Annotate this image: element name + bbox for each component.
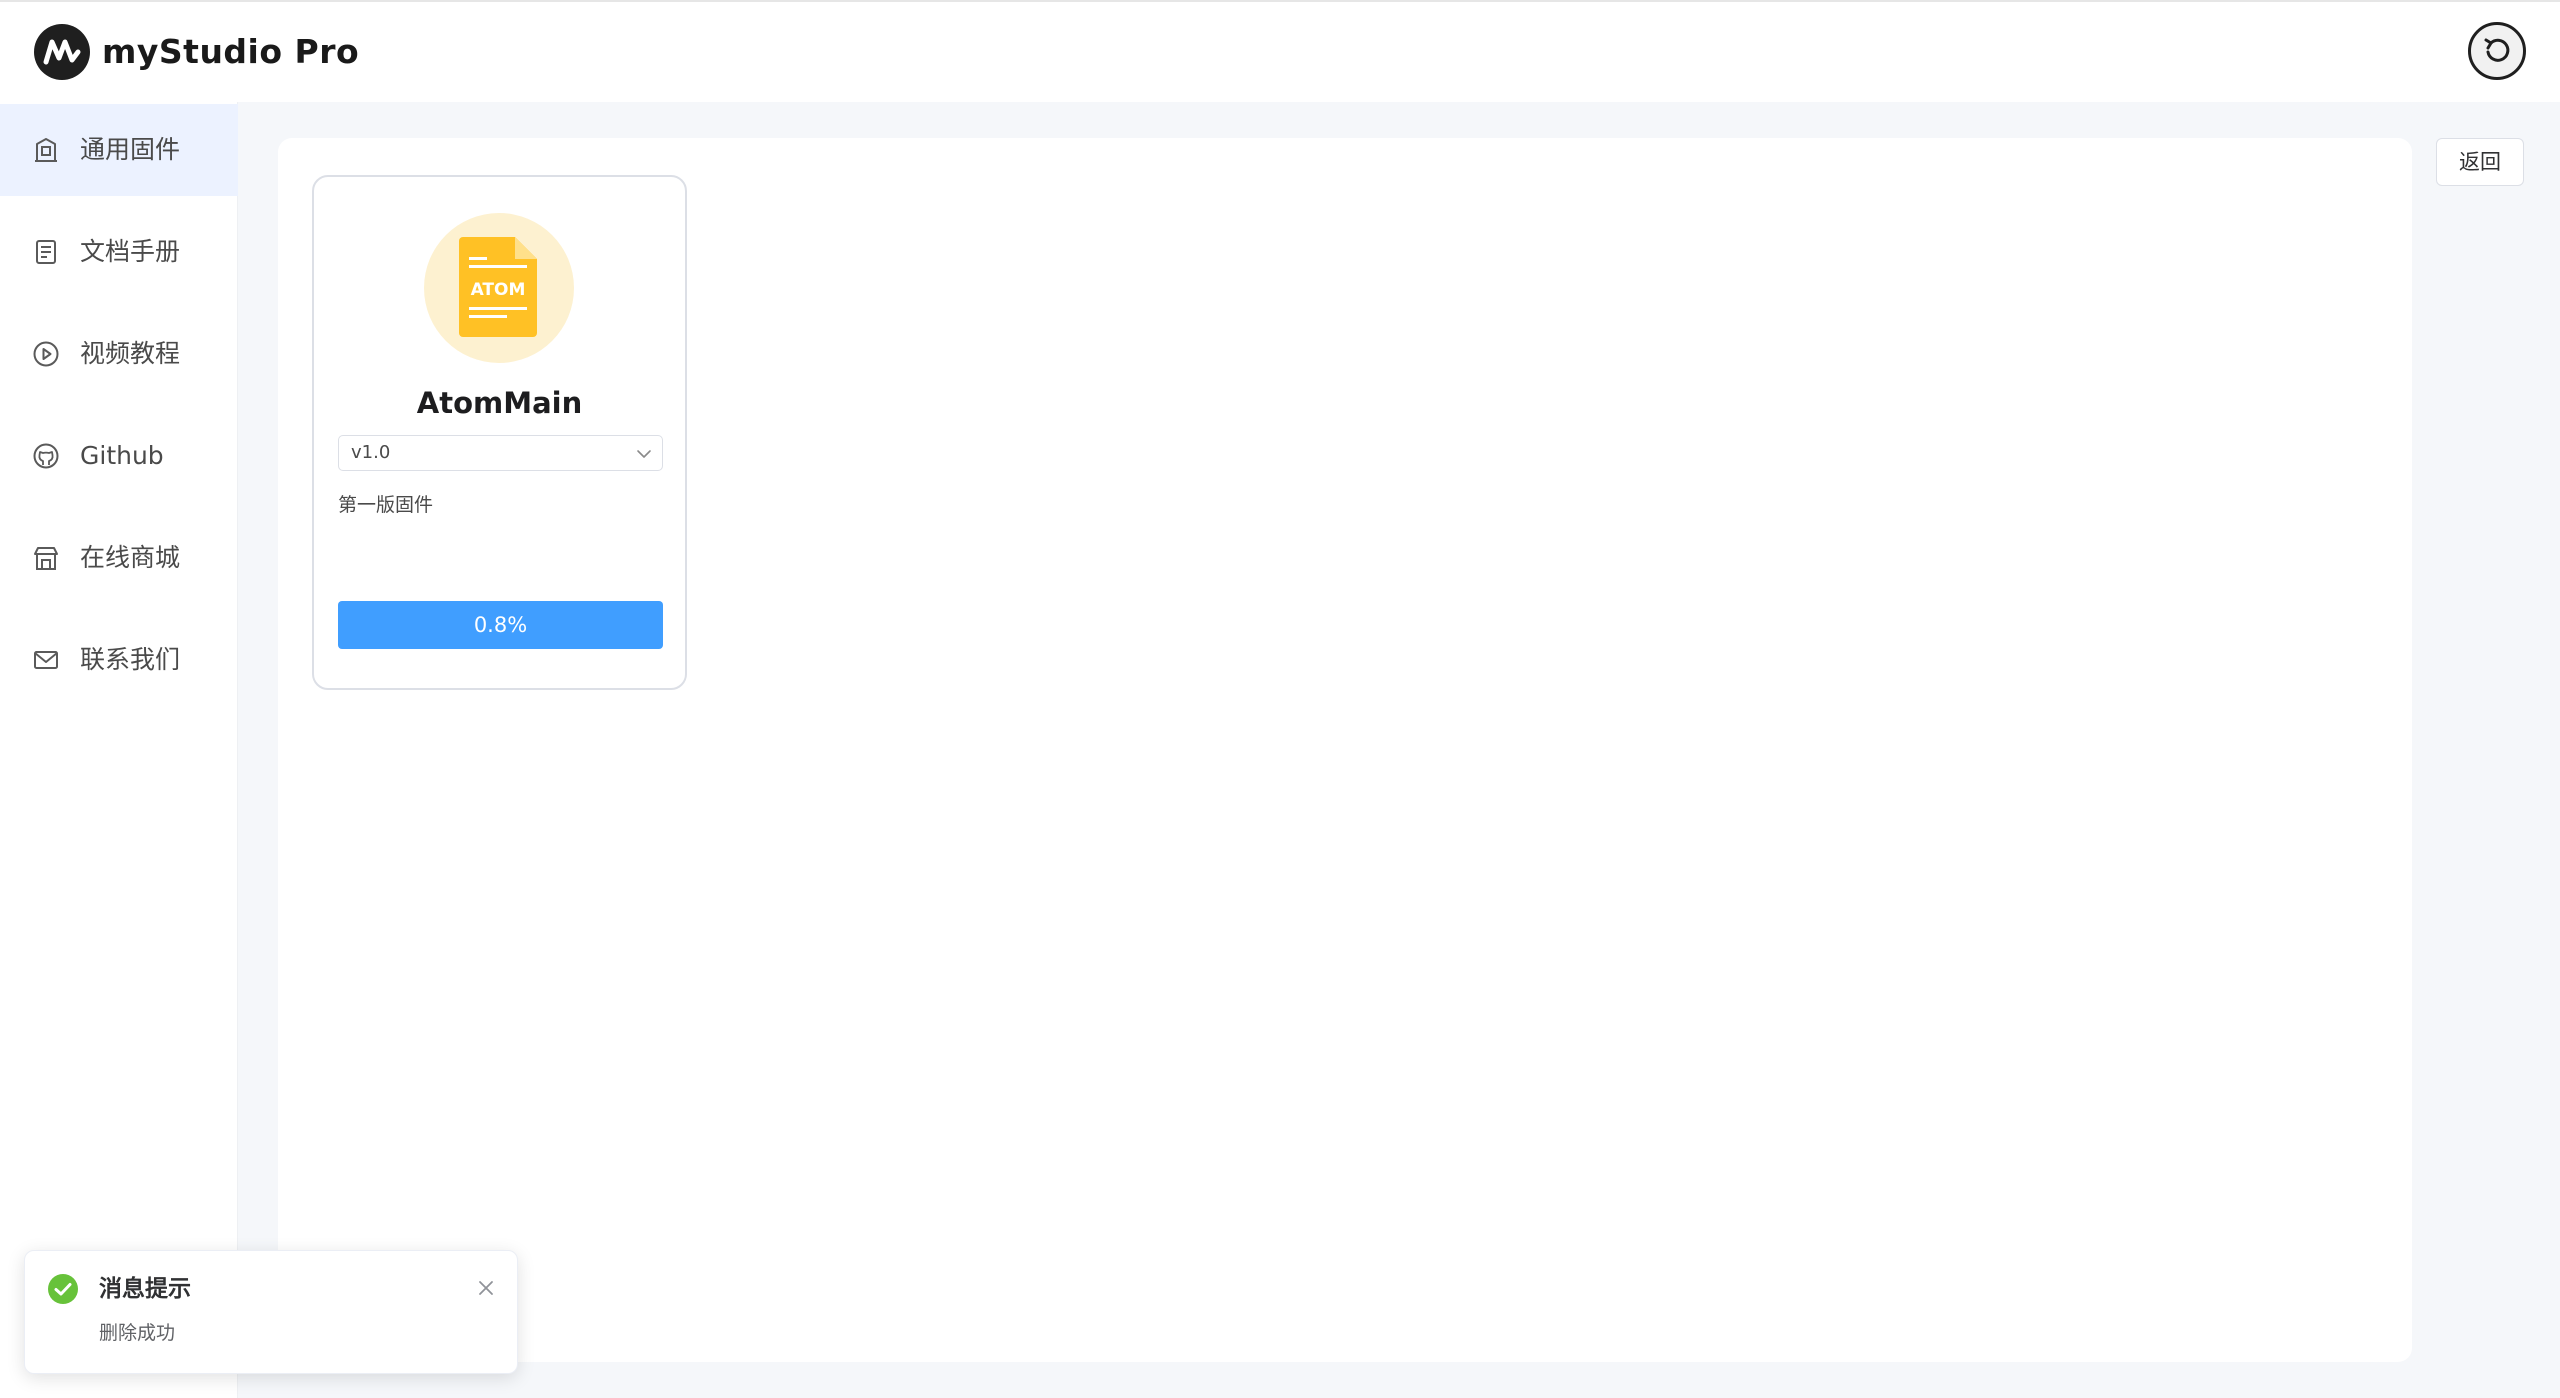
chevron-down-icon bbox=[637, 450, 651, 458]
download-progress-button[interactable]: 0.8% bbox=[338, 601, 663, 649]
play-icon bbox=[33, 341, 59, 367]
sidebar-item-label: Github bbox=[80, 441, 164, 470]
version-value: v1.0 bbox=[351, 442, 391, 463]
sidebar-item-docs[interactable]: 文档手册 bbox=[0, 206, 238, 298]
firmware-file-icon: ATOM bbox=[424, 213, 574, 363]
sidebar-item-github[interactable]: Github bbox=[0, 410, 238, 502]
firmware-icon-text: ATOM bbox=[471, 280, 526, 300]
app-title: myStudio Pro bbox=[102, 32, 360, 71]
close-icon[interactable] bbox=[477, 1279, 495, 1297]
firmware-description: 第一版固件 bbox=[338, 494, 434, 516]
notification-title: 消息提示 bbox=[99, 1276, 191, 1302]
app-header: myStudio Pro bbox=[0, 0, 2560, 102]
sidebar-item-label: 在线商城 bbox=[80, 543, 181, 572]
firmware-card: ATOM AtomMain v1.0 第一版固件 0.8% bbox=[312, 175, 687, 690]
store-icon bbox=[34, 547, 58, 570]
sidebar: 通用固件 文档手册 视频教程 Github 在线商城 联系我们 bbox=[0, 102, 238, 1398]
refresh-icon bbox=[2484, 38, 2510, 62]
notification-toast: 消息提示 删除成功 bbox=[24, 1250, 518, 1374]
github-icon bbox=[33, 443, 59, 469]
refresh-button[interactable] bbox=[2468, 22, 2526, 80]
sidebar-item-firmware[interactable]: 通用固件 bbox=[0, 104, 238, 196]
progress-label: 0.8% bbox=[473, 613, 528, 637]
sidebar-item-store[interactable]: 在线商城 bbox=[0, 512, 238, 604]
sidebar-item-videos[interactable]: 视频教程 bbox=[0, 308, 238, 400]
document-icon bbox=[36, 240, 56, 264]
firmware-icon bbox=[35, 138, 57, 162]
sidebar-item-label: 联系我们 bbox=[80, 645, 181, 674]
mail-icon bbox=[34, 651, 58, 669]
sidebar-item-label: 通用固件 bbox=[80, 135, 181, 164]
version-select[interactable]: v1.0 bbox=[338, 435, 663, 471]
mystudio-logo-icon bbox=[34, 24, 90, 80]
success-check-icon bbox=[48, 1274, 78, 1304]
sidebar-item-contact[interactable]: 联系我们 bbox=[0, 614, 238, 706]
notification-message: 删除成功 bbox=[99, 1322, 176, 1344]
back-button[interactable]: 返回 bbox=[2436, 138, 2524, 186]
firmware-name: AtomMain bbox=[416, 386, 583, 420]
sidebar-item-label: 视频教程 bbox=[80, 339, 181, 368]
sidebar-item-label: 文档手册 bbox=[80, 237, 181, 266]
